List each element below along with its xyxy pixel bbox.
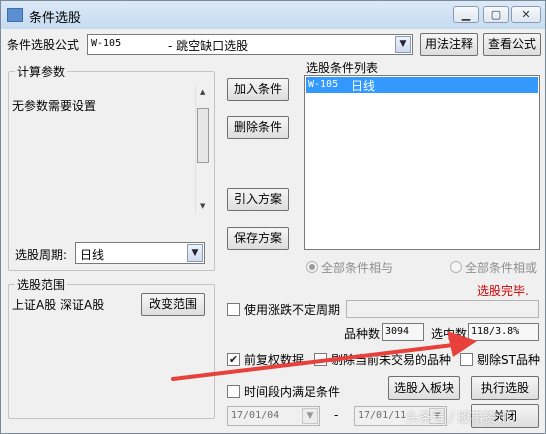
- red-arrow-annotation: [171, 331, 477, 381]
- watermark: 头条号 / 股事资讯: [406, 411, 510, 426]
- dialog-window: 条件选股 ▁ ▢ ✕ 条件选股公式 W-105 - 跳空缺口选股 ▼ 用法注释 …: [0, 0, 546, 434]
